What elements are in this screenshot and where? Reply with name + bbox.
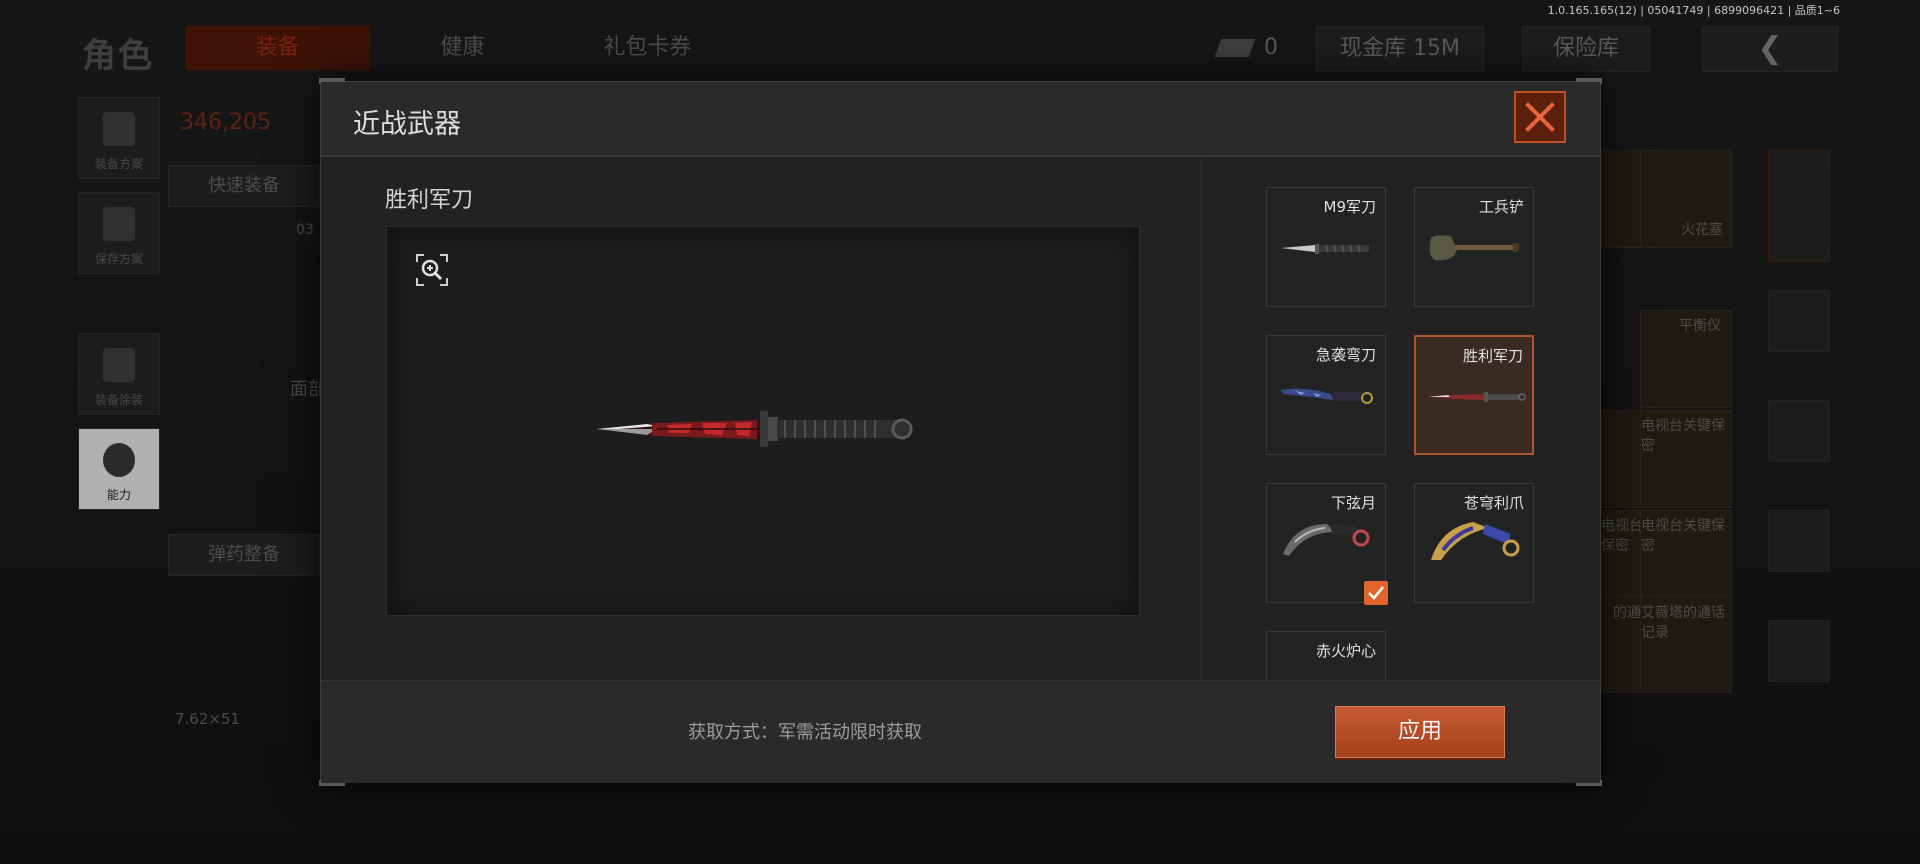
- item-preview[interactable]: [386, 226, 1140, 616]
- shovel-image: [1429, 235, 1519, 261]
- weapon-item-label: 工兵铲: [1478, 198, 1524, 216]
- weapon-grid: M9军刀 工兵铲 急袭弯刀 胜利军刀 下弦月 苍穹利爪 赤火炉心: [1266, 187, 1566, 692]
- weapon-item-raid-scimitar[interactable]: 急袭弯刀: [1266, 335, 1386, 455]
- weapon-item-sky-claw[interactable]: 苍穹利爪: [1414, 483, 1534, 603]
- acquire-method-value: 军需活动限时获取: [778, 722, 922, 743]
- weapon-item-label: 胜利军刀: [1462, 347, 1523, 365]
- weapon-item-entrenching-shovel[interactable]: 工兵铲: [1414, 187, 1534, 307]
- check-icon: [1368, 586, 1384, 600]
- zoom-button[interactable]: [415, 253, 449, 287]
- close-button[interactable]: [1514, 91, 1566, 143]
- weapon-item-victory-knife[interactable]: 胜利军刀: [1414, 335, 1534, 455]
- weapon-item-label: 苍穹利爪: [1463, 494, 1524, 512]
- victory-knife-thumbnail: [1428, 392, 1526, 402]
- weapon-item-label: 下弦月: [1330, 494, 1376, 512]
- zoom-in-icon: [416, 254, 448, 286]
- apply-button[interactable]: 应用: [1335, 706, 1505, 758]
- m9-bayonet-image: [1281, 244, 1369, 254]
- panel-divider: [1201, 156, 1202, 702]
- weapon-item-label: 赤火炉心: [1315, 642, 1376, 660]
- crescent-karambit-image: [1283, 524, 1370, 556]
- dialog-header: 近战武器: [321, 82, 1600, 157]
- melee-weapon-dialog: 近战武器 胜利军刀 M9军刀 工兵铲 急袭弯刀 胜利军刀 下弦月 苍穹利爪 赤火…: [319, 78, 1602, 786]
- equipped-check: [1364, 581, 1388, 605]
- close-icon: [1525, 102, 1555, 132]
- sky-claw-karambit-image: [1431, 522, 1520, 560]
- weapon-item-m9-bayonet[interactable]: M9军刀: [1266, 187, 1386, 307]
- acquire-method: 获取方式：军需活动限时获取: [688, 718, 922, 744]
- weapon-item-crescent[interactable]: 下弦月: [1266, 483, 1388, 605]
- raid-scimitar-image: [1281, 388, 1373, 404]
- acquire-method-label: 获取方式：: [688, 722, 778, 743]
- victory-knife-image: [597, 411, 913, 447]
- weapon-item-label: M9军刀: [1323, 198, 1377, 216]
- dialog-title: 近战武器: [353, 109, 461, 140]
- dialog-footer: 获取方式：军需活动限时获取 应用: [321, 680, 1600, 783]
- selected-item-name: 胜利军刀: [385, 188, 474, 213]
- weapon-item-label: 急袭弯刀: [1315, 346, 1376, 364]
